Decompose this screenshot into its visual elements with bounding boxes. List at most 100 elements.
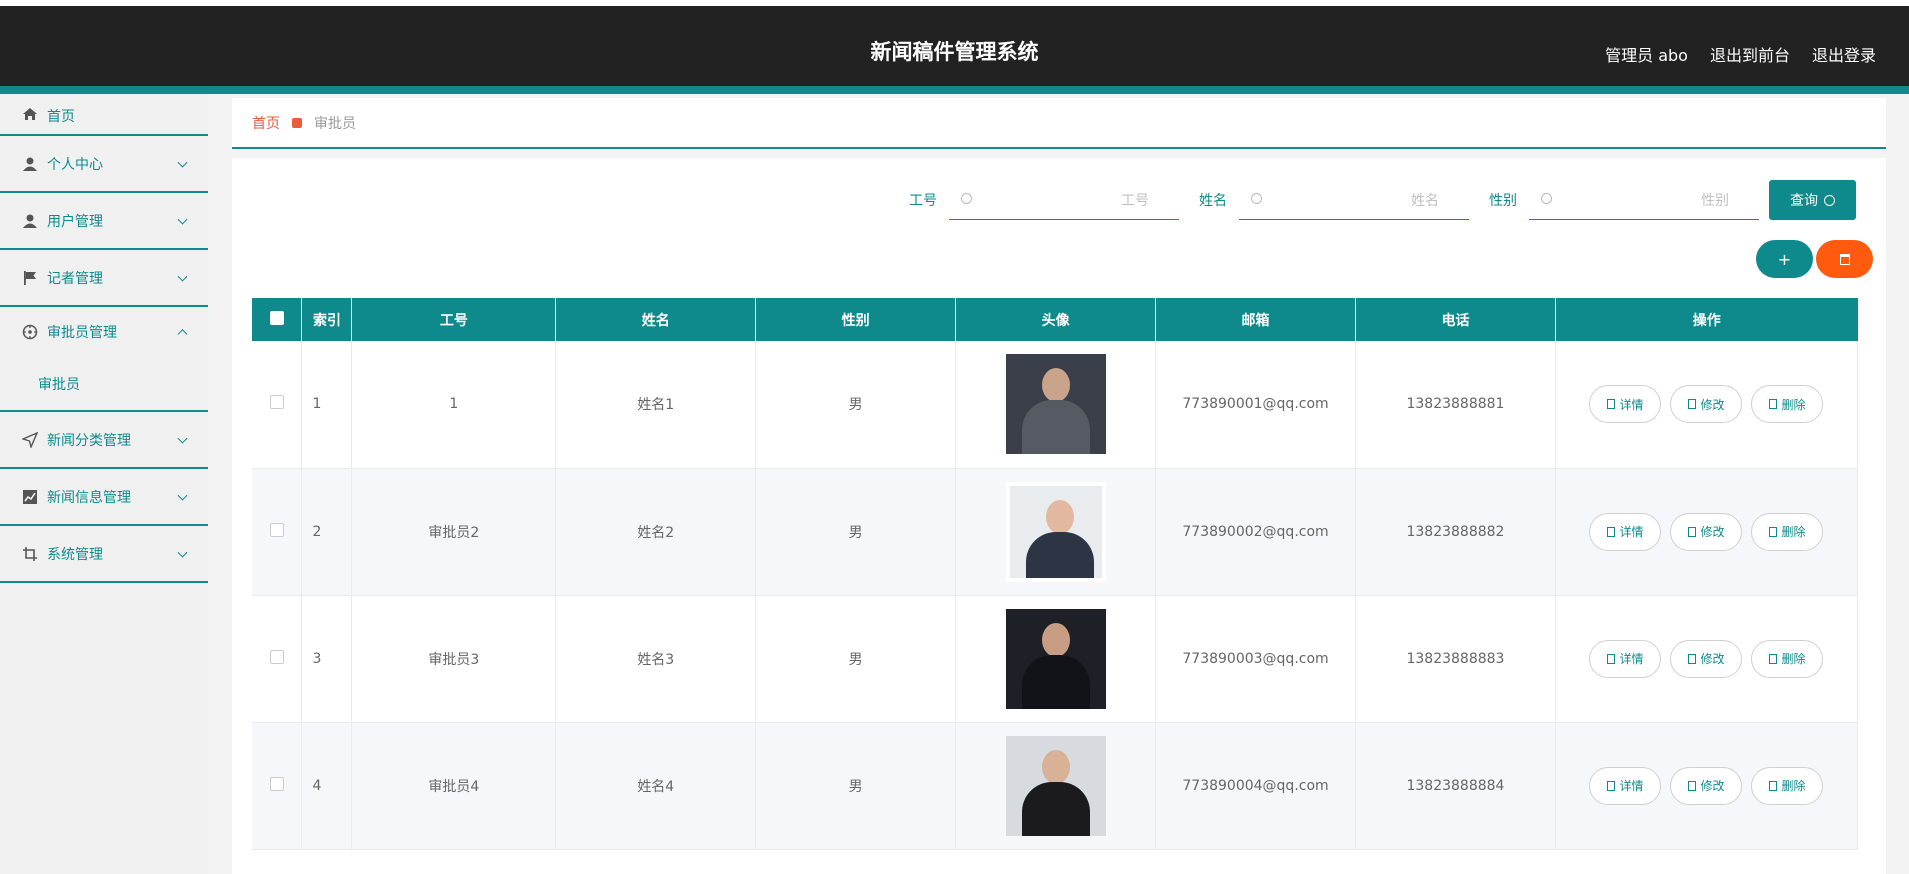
sidebar-item-label: 首页 <box>47 109 75 125</box>
edit-button[interactable]: 修改 <box>1670 385 1743 424</box>
sidebar-item-home[interactable]: 首页 <box>0 94 208 136</box>
row-checkbox[interactable] <box>269 395 284 410</box>
sidebar-item-label: 新闻分类管理 <box>47 432 131 449</box>
row-checkbox[interactable] <box>269 649 284 664</box>
column-header: 操作 <box>1692 312 1721 329</box>
cell-email: 773890004@qq.com <box>1155 722 1357 850</box>
breadcrumb-home[interactable]: 首页 <box>252 113 280 133</box>
search-icon <box>1251 193 1262 204</box>
crop-icon <box>22 546 38 562</box>
sidebar-item-news-info[interactable]: 新闻信息管理 <box>0 469 208 526</box>
to-frontend-link[interactable]: 退出到前台 <box>1710 42 1790 66</box>
detail-label: 详情 <box>1619 397 1644 412</box>
delete-label: 删除 <box>1781 397 1806 412</box>
top-right-menu: 管理员 abo 退出到前台 退出登录 <box>1605 42 1876 66</box>
sidebar-item-reporters[interactable]: 记者管理 <box>0 250 208 307</box>
delete-label: 删除 <box>1781 779 1806 793</box>
cell-name: 姓名2 <box>555 468 757 596</box>
chart-icon <box>22 489 38 505</box>
query-label: 查询 <box>1790 193 1818 209</box>
search-icon <box>961 193 972 204</box>
send-icon <box>22 431 38 448</box>
avatar <box>1005 354 1106 455</box>
delete-label: 删除 <box>1781 652 1806 666</box>
search-bar: 工号 工号 姓名 姓名 性别 性别 查询 <box>889 180 1856 220</box>
cell-gender: 男 <box>755 468 957 596</box>
breadcrumb-separator-icon <box>292 117 302 128</box>
search-input-gender[interactable]: 性别 <box>1529 180 1759 220</box>
sidebar-item-approvers[interactable]: 审批员管理 <box>0 307 208 357</box>
cell-phone: 13823888881 <box>1355 341 1556 469</box>
cell-phone: 13823888882 <box>1355 468 1556 596</box>
search-input-name[interactable]: 姓名 <box>1239 180 1469 220</box>
breadcrumb: 首页 审批员 <box>232 98 1886 149</box>
cell-id: 审批员3 <box>351 595 557 723</box>
detail-button[interactable]: 详情 <box>1589 766 1662 805</box>
cell-email: 773890002@qq.com <box>1155 468 1357 596</box>
sidebar-item-label: 用户管理 <box>47 213 103 230</box>
document-icon <box>1607 526 1616 537</box>
select-all-cell[interactable] <box>252 298 303 341</box>
table-header-row: 索引 工号 姓名 性别 头像 邮箱 电话 操作 <box>252 298 1858 341</box>
delete-button[interactable]: 删除 <box>1751 512 1824 551</box>
approver-table: 索引 工号 姓名 性别 头像 邮箱 电话 操作 1 1 姓名1 男 773890… <box>252 298 1859 850</box>
sidebar-subitem-approver[interactable]: 审批员 <box>0 357 208 412</box>
trash-icon <box>1769 653 1778 664</box>
add-button[interactable]: + <box>1756 240 1813 278</box>
row-checkbox[interactable] <box>269 776 284 791</box>
edit-button[interactable]: 修改 <box>1670 639 1743 678</box>
logout-link[interactable]: 退出登录 <box>1812 42 1876 66</box>
detail-label: 详情 <box>1619 525 1644 539</box>
table-row: 2 审批员2 姓名2 男 773890002@qq.com 1382388888… <box>252 468 1859 596</box>
select-all-checkbox[interactable] <box>269 310 284 325</box>
search-label-id: 工号 <box>909 193 937 209</box>
sidebar-item-users[interactable]: 用户管理 <box>0 193 208 250</box>
delete-button[interactable]: 删除 <box>1751 385 1824 424</box>
search-icon <box>1541 193 1552 204</box>
breadcrumb-current: 审批员 <box>314 115 356 132</box>
edit-label: 修改 <box>1700 652 1725 666</box>
detail-button[interactable]: 详情 <box>1589 512 1662 551</box>
avatar <box>1005 735 1106 836</box>
sidebar-item-news-category[interactable]: 新闻分类管理 <box>0 412 208 469</box>
detail-button[interactable]: 详情 <box>1589 639 1662 678</box>
cell-index: 1 <box>301 341 353 469</box>
cell-gender: 男 <box>755 595 957 723</box>
table-row: 4 审批员4 姓名4 男 773890004@qq.com 1382388888… <box>252 722 1859 850</box>
edit-button[interactable]: 修改 <box>1670 512 1743 551</box>
sidebar-item-personal[interactable]: 个人中心 <box>0 136 208 193</box>
search-label-gender: 性别 <box>1489 193 1517 209</box>
sidebar-item-label: 系统管理 <box>47 546 103 563</box>
delete-label: 删除 <box>1781 525 1806 539</box>
search-placeholder: 工号 <box>1121 192 1149 209</box>
cell-index: 2 <box>301 468 353 596</box>
chevron-down-icon <box>177 271 188 282</box>
user-icon <box>22 213 38 229</box>
cell-index: 3 <box>301 595 353 723</box>
flag-icon <box>22 270 38 286</box>
search-icon <box>1824 194 1835 206</box>
query-button[interactable]: 查询 <box>1769 180 1856 220</box>
detail-button[interactable]: 详情 <box>1589 385 1662 424</box>
edit-button[interactable]: 修改 <box>1670 766 1743 805</box>
row-checkbox[interactable] <box>269 522 284 537</box>
document-icon <box>1607 780 1616 791</box>
cell-name: 姓名1 <box>555 341 757 469</box>
column-header: 性别 <box>755 298 957 341</box>
edit-label: 修改 <box>1700 525 1725 539</box>
sidebar-item-system[interactable]: 系统管理 <box>0 526 208 583</box>
detail-label: 详情 <box>1619 652 1644 666</box>
delete-button[interactable]: 删除 <box>1751 639 1824 678</box>
trash-icon <box>1839 253 1850 265</box>
cell-phone: 13823888884 <box>1355 722 1556 850</box>
delete-button[interactable]: 删除 <box>1751 766 1824 805</box>
edit-icon <box>1688 653 1697 664</box>
cell-email: 773890003@qq.com <box>1155 595 1357 723</box>
edit-icon <box>1688 526 1697 537</box>
top-bar: 新闻稿件管理系统 管理员 abo 退出到前台 退出登录 <box>0 6 1909 86</box>
batch-delete-button[interactable] <box>1816 240 1873 278</box>
sidebar-item-label: 新闻信息管理 <box>47 489 131 506</box>
search-input-id[interactable]: 工号 <box>949 180 1179 220</box>
sidebar: 首页 个人中心 用户管理 记者管理 审批员管理 审批员 新闻分类管理 新闻信息管… <box>0 94 208 874</box>
trash-icon <box>1769 526 1778 537</box>
